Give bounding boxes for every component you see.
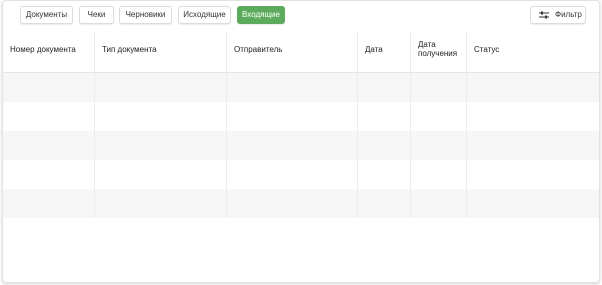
table-cell	[3, 189, 95, 218]
table-cell	[95, 189, 227, 218]
column-header-date[interactable]: Дата	[358, 32, 411, 72]
table-cell	[227, 160, 358, 189]
table-cell	[3, 102, 95, 131]
table-cell	[227, 189, 358, 218]
table-row[interactable]	[3, 102, 599, 131]
tab-receipts[interactable]: Чеки	[79, 6, 114, 24]
documents-table: Номер документа Тип документа Отправител…	[3, 32, 599, 218]
table-cell	[95, 160, 227, 189]
toolbar: Документы Чеки Черновики Исходящие Входя…	[3, 1, 599, 29]
table-cell	[227, 73, 358, 102]
table-cell	[467, 131, 599, 160]
table-cell	[411, 160, 467, 189]
table-header: Номер документа Тип документа Отправител…	[3, 32, 599, 73]
table-cell	[411, 131, 467, 160]
table-cell	[3, 160, 95, 189]
table-cell	[95, 73, 227, 102]
table-row[interactable]	[3, 73, 599, 102]
table-cell	[358, 131, 411, 160]
table-row[interactable]	[3, 160, 599, 189]
table-cell	[358, 102, 411, 131]
tab-drafts[interactable]: Черновики	[119, 6, 172, 24]
table-cell	[3, 131, 95, 160]
table-row[interactable]	[3, 131, 599, 160]
table-cell	[467, 73, 599, 102]
table-cell	[358, 73, 411, 102]
table-cell	[95, 131, 227, 160]
filter-sliders-icon	[539, 11, 549, 19]
table-cell	[3, 73, 95, 102]
filter-label: Фильтр	[555, 10, 582, 19]
table-cell	[467, 102, 599, 131]
column-header-sender[interactable]: Отправитель	[227, 32, 358, 72]
table-row[interactable]	[3, 189, 599, 218]
table-cell	[411, 189, 467, 218]
tab-documents[interactable]: Документы	[20, 6, 73, 24]
column-header-received-date[interactable]: Дата получения	[411, 32, 467, 72]
table-cell	[358, 160, 411, 189]
tab-outgoing[interactable]: Исходящие	[178, 6, 231, 24]
table-cell	[411, 73, 467, 102]
column-header-document-type[interactable]: Тип документа	[95, 32, 227, 72]
table-cell	[227, 102, 358, 131]
tab-incoming[interactable]: Входящие	[237, 6, 285, 24]
table-cell	[358, 189, 411, 218]
table-cell	[95, 102, 227, 131]
table-cell	[467, 160, 599, 189]
documents-panel: Документы Чеки Черновики Исходящие Входя…	[2, 0, 600, 283]
filter-button[interactable]: Фильтр	[530, 6, 586, 24]
column-header-status[interactable]: Статус	[467, 32, 599, 72]
column-header-document-number[interactable]: Номер документа	[3, 32, 95, 72]
table-cell	[227, 131, 358, 160]
table-cell	[411, 102, 467, 131]
table-cell	[467, 189, 599, 218]
